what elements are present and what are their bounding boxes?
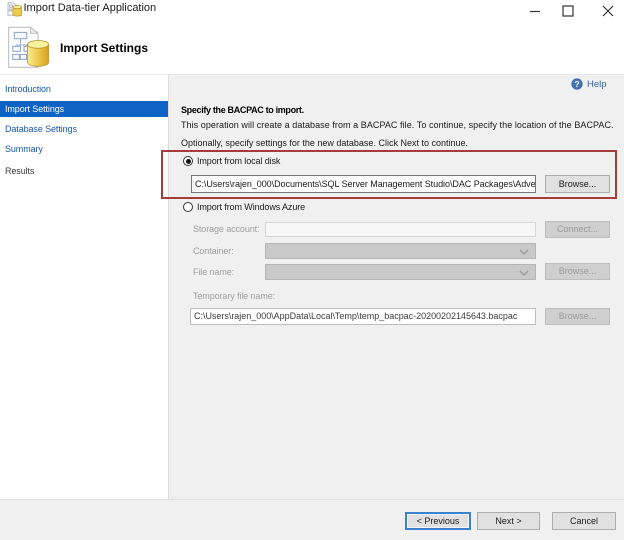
svg-text:?: ? [574,79,579,89]
